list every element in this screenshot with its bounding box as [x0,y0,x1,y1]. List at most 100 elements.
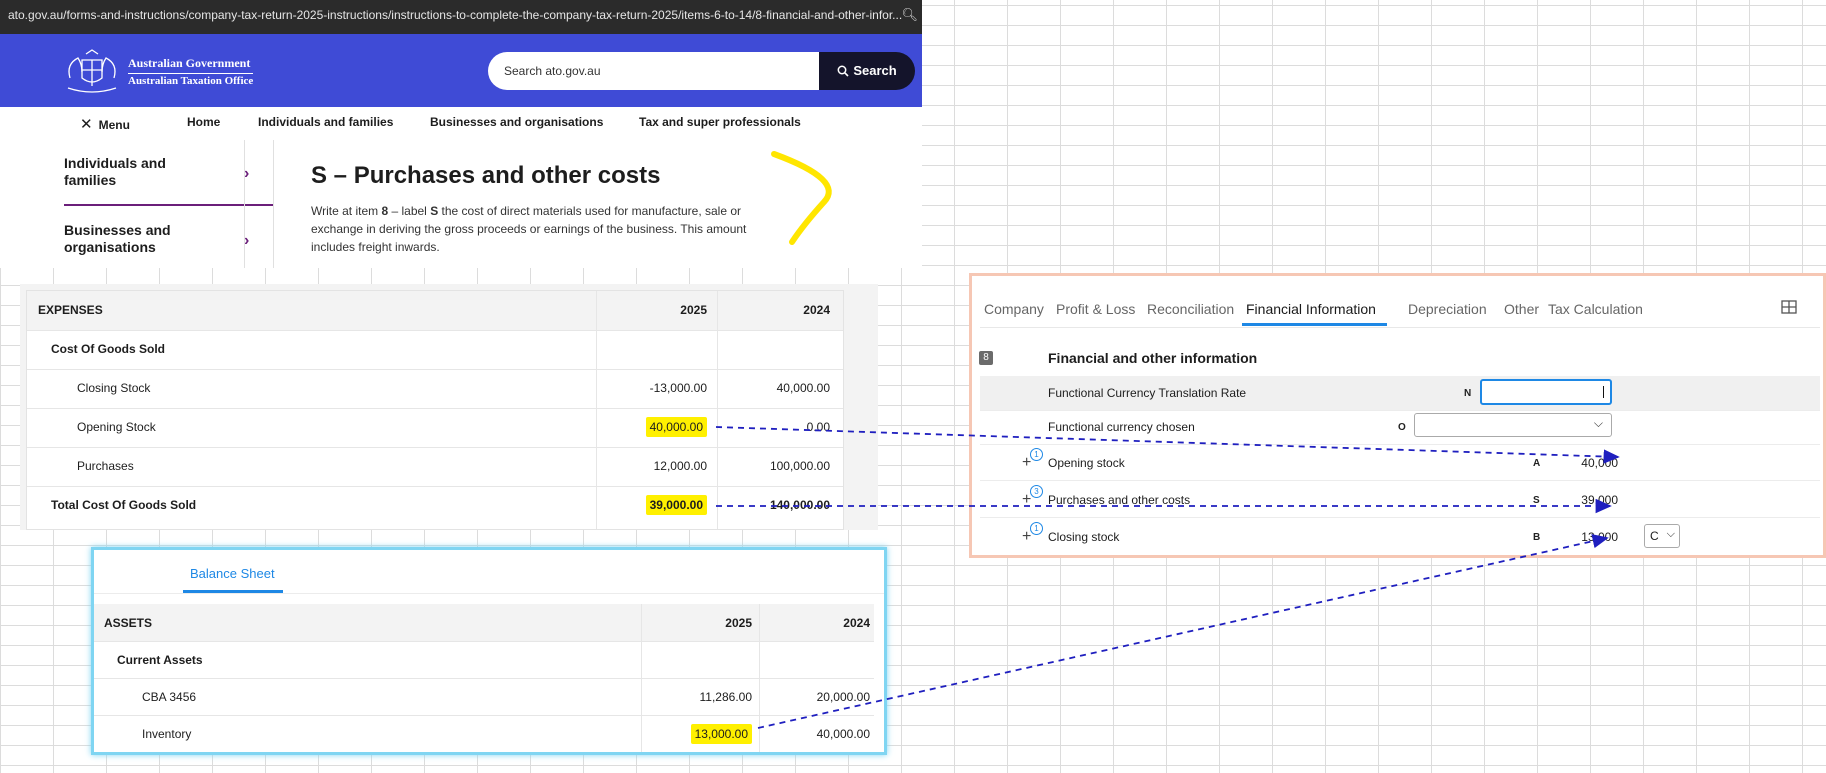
site-search-input[interactable]: Search ato.gov.au [488,52,821,90]
field-row-purchases: + 3 Purchases and other costs S 39,000 [980,483,1820,518]
search-button[interactable]: Search [819,52,915,90]
grid-view-icon[interactable] [1781,300,1797,314]
value-2025: -13,000.00 [649,381,707,395]
section-title: Financial and other information [1048,350,1258,366]
column-header: 2025 [680,303,707,317]
nav-tax-super[interactable]: Tax and super professionals [639,115,801,129]
value-2024: 40,000.00 [776,381,830,395]
column-header: 2024 [803,303,830,317]
field-value[interactable]: 13,000 [1538,530,1618,544]
url-text: ato.gov.au/forms-and-instructions/compan… [8,8,903,22]
field-row-translation-rate: Functional Currency Translation Rate N [980,376,1820,411]
divider [94,593,884,594]
expenses-report: EXPENSES 2025 2024 Cost Of Goods Sold Cl… [20,284,878,530]
tab-financial-information[interactable]: Financial Information [1246,301,1376,317]
tab-balance-sheet[interactable]: Balance Sheet [190,566,275,581]
field-label: Closing stock [1048,530,1120,544]
select-value: C [1650,529,1659,543]
count-badge: 3 [1030,485,1043,498]
ato-content-area: Individuals and families › Businesses an… [0,140,922,268]
field-label: Opening stock [1048,456,1125,470]
assets-table: ASSETS 2025 2024 Current Assets CBA 3456… [94,604,884,752]
table-row[interactable]: CBA 3456 11,286.00 20,000.00 [94,678,874,716]
table-header-row: EXPENSES 2025 2024 [27,291,843,331]
yellow-annotation-arc [771,151,832,245]
balance-sheet-panel: Balance Sheet ASSETS 2025 2024 Current A… [91,547,887,755]
row-label: Total Cost Of Goods Sold [51,498,197,512]
tab-company[interactable]: Company [984,301,1044,317]
sidebar-active-indicator [64,204,274,206]
menu-button[interactable]: ✕ Menu [80,115,130,133]
field-row-functional-currency: Functional currency chosen O ⌵ [980,410,1820,445]
field-row-opening-stock: + 1 Opening stock A 40,000 [980,446,1820,481]
column-header: EXPENSES [38,303,103,317]
nav-businesses[interactable]: Businesses and organisations [430,115,603,129]
row-label: Purchases [77,459,134,473]
row-label: CBA 3456 [142,690,197,704]
ato-header: Australian Government Australian Taxatio… [0,34,922,107]
currency-select[interactable]: ⌵ [1414,413,1612,437]
tab-depreciation[interactable]: Depreciation [1408,301,1487,317]
value-2025: 39,000.00 [597,495,707,515]
table-header-row: ASSETS 2025 2024 [94,604,874,642]
expenses-table: EXPENSES 2025 2024 Cost Of Goods Sold Cl… [26,290,844,530]
field-label: Functional currency chosen [1048,420,1195,434]
field-value[interactable]: 40,000 [1538,456,1618,470]
sidebar-item-businesses[interactable]: Businesses and organisations › [64,222,274,256]
table-row[interactable]: Opening Stock 40,000.00 0.00 [27,408,843,448]
logo-line-1: Australian Government [128,56,251,70]
search-button-label: Search [853,63,897,78]
table-row[interactable]: Inventory 13,000.00 40,000.00 [94,715,874,752]
table-row[interactable]: Purchases 12,000.00 100,000.00 [27,447,843,487]
nav-home[interactable]: Home [187,115,220,129]
value-2025: 40,000.00 [597,417,707,437]
divider [641,604,642,752]
row-label: Inventory [142,727,192,741]
instruction-label-letter: S [430,204,439,218]
tax-return-app-panel: Company Profit & Loss Reconciliation Fin… [969,273,1826,558]
divider [759,604,760,752]
value-2024: 40,000.00 [816,727,870,741]
section-label: Cost Of Goods Sold [51,342,165,356]
nav-individuals[interactable]: Individuals and families [258,115,393,129]
divider [596,291,597,529]
search-icon [837,65,849,77]
row-label: Closing Stock [77,381,151,395]
field-code: O [1398,422,1406,433]
divider [244,140,245,268]
page-title: S – Purchases and other costs [311,162,661,189]
value-2024: 20,000.00 [816,690,870,704]
closing-stock-valuation-select[interactable]: C ⌵ [1644,524,1680,548]
tab-profit-loss[interactable]: Profit & Loss [1056,301,1135,317]
value-2025: 11,286.00 [699,690,753,704]
logo-line-2: Australian Taxation Office [128,73,254,87]
translation-rate-input[interactable] [1480,379,1612,405]
field-code: N [1464,388,1472,399]
sidebar-item-individuals[interactable]: Individuals and families › [64,155,274,189]
ato-main-nav: ✕ Menu Home Individuals and families Busi… [0,107,922,141]
count-badge: 1 [1030,522,1043,535]
menu-label: Menu [98,118,130,132]
total-row[interactable]: Total Cost Of Goods Sold 39,000.00 140,0… [27,486,843,525]
field-value[interactable]: 39,000 [1538,493,1618,507]
count-badge: 1 [1030,448,1043,461]
tab-other[interactable]: Other [1504,301,1539,317]
browser-url-bar[interactable]: ato.gov.au/forms-and-instructions/compan… [0,0,922,34]
table-row[interactable]: Closing Stock -13,000.00 40,000.00 [27,369,843,409]
zoom-icon[interactable]: 🔍︎ [901,0,918,30]
value-2024: 0.00 [806,420,830,434]
divider [717,291,718,529]
sidebar-item-label: Businesses and organisations [64,222,171,255]
column-header: ASSETS [104,616,153,630]
instruction-text: Write at item 8 – label S the cost of di… [311,202,771,256]
field-label: Functional Currency Translation Rate [1048,386,1247,400]
section-label: Current Assets [117,653,203,667]
instruction-text-part: – label [388,204,431,218]
chevron-down-icon: ⌵ [1593,416,1603,430]
ato-logo[interactable]: Australian Government Australian Taxatio… [62,48,254,94]
tab-tax-calculation[interactable]: Tax Calculation [1548,301,1643,317]
tab-reconciliation[interactable]: Reconciliation [1147,301,1234,317]
field-row-closing-stock: + 1 Closing stock B 13,000 C ⌵ [980,520,1820,554]
instruction-text-part: Write at item [311,204,382,218]
sidebar-item-label: Individuals and families [64,155,166,188]
